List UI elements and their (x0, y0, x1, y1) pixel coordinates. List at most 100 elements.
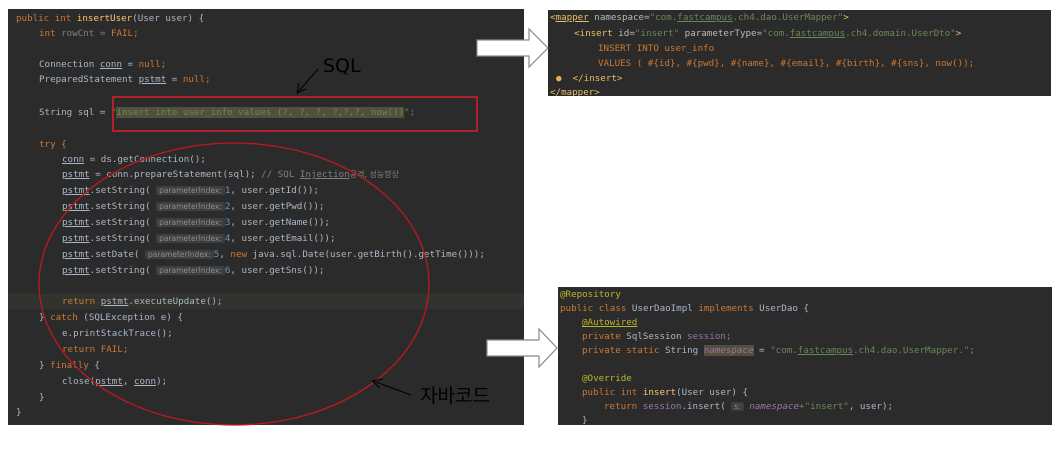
code-text: , (219, 249, 231, 260)
xml-text: > (843, 12, 849, 23)
impl-line-return: return session.insert( s: namespace+"ins… (604, 399, 1052, 414)
variable: pstmt (95, 376, 123, 387)
dao-impl-panel: @Repository public class UserDaoImpl imp… (558, 287, 1052, 425)
keyword: return (62, 344, 101, 355)
impl-line-close: } (582, 413, 1052, 425)
code-text: , user.getId()); (230, 185, 319, 196)
code-line-signature: public int insertUser(User user) { (16, 11, 524, 26)
java-code-label: 자바코드 (420, 385, 490, 407)
parameter-hint: parameterIndex: (145, 250, 214, 259)
variable: pstmt (62, 249, 90, 260)
keyword: return (62, 296, 101, 307)
code-line-set4: pstmt.setString( parameterIndex: 4, user.… (62, 231, 524, 246)
variable: pstmt (62, 185, 90, 196)
field: namespace (743, 401, 800, 412)
code-text: ); (156, 376, 168, 387)
keyword: try { (39, 139, 67, 150)
string: +"insert" (799, 401, 849, 412)
code-line-sql: String sql = "insert into user_info valu… (39, 105, 524, 120)
keyword: public int (16, 13, 77, 24)
class-name: UserDaoImpl (631, 303, 699, 314)
impl-line-autowired: @Autowired (582, 315, 1052, 330)
variable: conn (133, 376, 157, 387)
string: fastcampus (797, 345, 854, 356)
code-text: = (89, 169, 107, 180)
code-text: (User user) { (132, 13, 205, 24)
xml-attribute: id= (612, 28, 635, 39)
variable: pstmt (100, 296, 129, 307)
comment: Injection (299, 169, 350, 180)
variable: pstmt (62, 217, 90, 228)
impl-line-namespace: private static String namespace = "com.f… (582, 343, 1052, 358)
code-text: rowCnt = (61, 28, 111, 39)
code-text: conn.prepareStatement(sql); (106, 169, 256, 180)
code-text: , user.getSns()); (230, 265, 325, 276)
code-text: , user.getPwd()); (230, 201, 325, 212)
xml-value: fastcampus (677, 12, 733, 23)
annotation: @Autowired (582, 317, 638, 328)
code-line-getconn: conn = ds.getConnection(); (62, 152, 524, 167)
variable: conn (99, 59, 122, 70)
code-text: } (39, 312, 51, 323)
code-text: e.printStackTrace(); (62, 328, 173, 339)
variable: pstmt (62, 201, 90, 212)
impl-line-class: public class UserDaoImpl implements User… (560, 301, 1052, 316)
sql-label: SQL (323, 55, 361, 77)
constant: FAIL (100, 344, 123, 355)
parameter-hint: parameterIndex: (156, 234, 225, 243)
code-line-return: return pstmt.executeUpdate(); (8, 294, 524, 309)
code-text: (User user) { (676, 387, 748, 398)
code-text: , user); (848, 401, 894, 412)
variable: pstmt (62, 265, 90, 276)
code-text: .setString( (89, 217, 157, 228)
code-line-conn: Connection conn = null; (39, 57, 524, 72)
code-text: .setString( (89, 185, 157, 196)
code-text: close( (62, 376, 96, 387)
code-text: Connection (39, 59, 100, 70)
xml-line-mapper: <mapper namespace="com.fastcampus.ch4.da… (550, 10, 1051, 25)
code-text: .setString( (89, 265, 157, 276)
annotation: @Override (582, 373, 632, 384)
xml-line-insert: <insert id="insert" parameterType="com.f… (574, 26, 1051, 41)
code-text: } (39, 392, 45, 403)
keyword: finally (50, 360, 89, 371)
code-line-print: e.printStackTrace(); (62, 326, 524, 341)
parameter-hint: parameterIndex: (156, 266, 225, 275)
code-text: , user.getEmail()); (230, 233, 336, 244)
code-text: } (39, 360, 51, 371)
xml-value: .ch4.domain.UserDto" (845, 28, 956, 39)
xml-line-mapper-close: </mapper> (550, 85, 1051, 96)
xml-tag: mapper (555, 12, 589, 23)
code-line-pstmt: PreparedStatement pstmt = null; (39, 72, 524, 87)
code-text: ; (725, 331, 732, 342)
code-line-set6: pstmt.setString( parameterIndex: 6, user.… (62, 263, 524, 278)
code-line-set5: pstmt.setDate( parameterIndex: 5, new jav… (62, 247, 524, 262)
string: "; (404, 107, 416, 118)
code-text: } (16, 407, 22, 418)
parameter-hint: parameterIndex: (156, 202, 225, 211)
code-line-set3: pstmt.setString( parameterIndex: 3, user.… (62, 215, 524, 230)
xml-line-insert-close: ● </insert> (556, 71, 1051, 86)
keyword: private (582, 331, 627, 342)
code-text: (SQLException e) { (77, 312, 183, 323)
code-line-try: try { (39, 137, 524, 152)
comment: 공격, 성능향상 (349, 170, 399, 179)
field: session (687, 331, 726, 342)
code-text: .executeUpdate(); (128, 296, 223, 307)
sql-text: INSERT INTO user_info (598, 43, 715, 54)
keyword: null (138, 59, 161, 70)
method-name: insert (642, 387, 677, 398)
code-text: ds.getConnection(); (100, 154, 206, 165)
variable: pstmt (62, 169, 90, 180)
constant: FAIL (110, 28, 134, 39)
keyword: return (604, 401, 643, 412)
code-line-rowcnt: int rowCnt = FAIL; (39, 26, 524, 41)
xml-attribute: parameterType= (679, 28, 763, 39)
parameter-hint: s: (731, 402, 744, 411)
xml-value: "com. (762, 28, 790, 39)
xml-value: "insert" (634, 28, 680, 39)
variable: pstmt (138, 74, 167, 85)
code-text: .setString( (89, 201, 157, 212)
code-text: = (84, 154, 101, 165)
code-text: = (122, 59, 139, 70)
